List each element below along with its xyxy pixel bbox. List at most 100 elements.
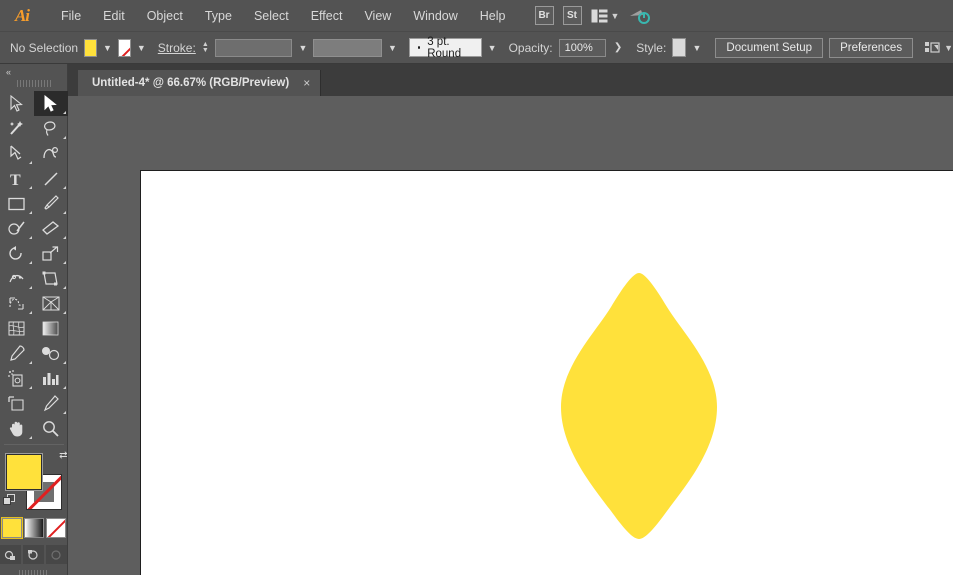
stroke-weight-input[interactable] — [214, 38, 293, 57]
tools-panel: « T ⇄ — [0, 64, 68, 575]
lasso-tool[interactable] — [34, 116, 68, 141]
menu-view[interactable]: View — [353, 3, 402, 29]
rotate-tool[interactable] — [0, 241, 34, 266]
tool-flyout-indicator — [62, 186, 66, 189]
gradient-tool[interactable] — [34, 316, 68, 341]
swap-fill-stroke-icon[interactable]: ⇄ — [59, 450, 67, 461]
fill-swatch-large[interactable] — [4, 453, 43, 491]
stroke-color-swatch[interactable] — [117, 38, 131, 57]
slice-tool[interactable] — [34, 391, 68, 416]
brush-definition-field[interactable]: 3 pt. Round — [408, 36, 482, 60]
tool-flyout-indicator — [28, 311, 32, 314]
column-graph-tool[interactable] — [34, 366, 68, 391]
document-tab-bar: Untitled-4* @ 66.67% (RGB/Preview) × — [0, 64, 953, 96]
tool-flyout-indicator — [62, 211, 66, 214]
type-tool[interactable]: T — [0, 166, 34, 191]
menu-bar: Ai File Edit Object Type Select Effect V… — [0, 0, 953, 32]
drawing-mode-behind[interactable] — [23, 545, 44, 564]
close-icon[interactable]: × — [303, 76, 310, 90]
selection-status: No Selection — [10, 40, 79, 55]
pen-tool[interactable] — [0, 141, 34, 166]
line-segment-tool[interactable] — [34, 166, 68, 191]
app-logo-icon: Ai — [14, 5, 30, 25]
tool-flyout-indicator — [62, 386, 66, 389]
scale-tool[interactable] — [34, 241, 68, 266]
tool-flyout-indicator — [62, 136, 66, 139]
menu-items: File Edit Object Type Select Effect View… — [50, 3, 517, 29]
fill-color-swatch[interactable] — [84, 38, 97, 57]
brush-definition-chevron-down-icon[interactable]: ▼ — [488, 39, 497, 57]
direct-selection-tool[interactable] — [33, 91, 68, 116]
tool-grid: T — [0, 91, 68, 441]
tool-flyout-indicator — [28, 261, 32, 264]
color-mode-button[interactable] — [0, 517, 23, 539]
paintbrush-tool[interactable] — [34, 191, 68, 216]
eyedropper-tool[interactable] — [0, 341, 34, 366]
tool-flyout-indicator — [28, 186, 32, 189]
shape-builder-tool[interactable] — [0, 291, 34, 316]
graphic-style-swatch[interactable] — [672, 38, 687, 57]
menu-select[interactable]: Select — [243, 3, 300, 29]
width-tool[interactable] — [0, 266, 34, 291]
fill-stroke-cluster: ⇄ — [2, 450, 68, 510]
curvature-tool[interactable] — [34, 141, 68, 166]
menu-bar-right: Br St ▼ — [534, 6, 651, 25]
canvas-area[interactable] — [68, 96, 953, 575]
cloud-sync-icon[interactable] — [628, 7, 651, 25]
drawing-mode-inside[interactable] — [46, 545, 67, 564]
style-chevron-down-icon[interactable]: ▼ — [692, 39, 701, 57]
paint-mode-buttons — [0, 517, 66, 539]
style-label: Style: — [636, 40, 667, 55]
shaper-tool[interactable] — [0, 216, 34, 241]
stroke-profile-input[interactable] — [313, 38, 382, 57]
svg-text:T: T — [10, 172, 21, 187]
default-fill-stroke-icon[interactable] — [2, 494, 15, 506]
selection-tool-outline[interactable] — [0, 91, 34, 116]
bridge-icon[interactable]: Br — [534, 6, 554, 25]
fill-dropdown-chevron-down-icon[interactable]: ▼ — [103, 39, 112, 57]
tool-flyout-indicator — [62, 361, 66, 364]
eraser-tool[interactable] — [34, 216, 68, 241]
menu-effect[interactable]: Effect — [300, 3, 354, 29]
lemon-shape[interactable] — [559, 271, 719, 541]
align-options-icon[interactable]: ▼ — [925, 41, 953, 55]
menu-help[interactable]: Help — [469, 3, 517, 29]
gradient-mode-button[interactable] — [23, 518, 44, 538]
collapse-panel-icon[interactable]: « — [0, 64, 67, 79]
document-tab[interactable]: Untitled-4* @ 66.67% (RGB/Preview) × — [78, 70, 322, 96]
tool-flyout-indicator — [62, 311, 66, 314]
drawing-mode-normal[interactable] — [0, 545, 21, 564]
free-transform-tool[interactable] — [34, 266, 68, 291]
stroke-weight-stepper[interactable]: ▲ ▼ — [202, 39, 209, 57]
menu-edit[interactable]: Edit — [92, 3, 136, 29]
blend-tool[interactable] — [34, 341, 68, 366]
menu-type[interactable]: Type — [194, 3, 243, 29]
magic-wand-tool[interactable] — [0, 116, 34, 141]
arrange-documents-icon[interactable]: ▼ — [591, 9, 619, 23]
opacity-input[interactable]: 100% — [558, 38, 606, 57]
panel-footer-grip — [18, 570, 49, 575]
tool-flyout-indicator — [28, 211, 32, 214]
preferences-button[interactable]: Preferences — [829, 37, 914, 58]
stroke-dropdown-chevron-down-icon[interactable]: ▼ — [137, 39, 146, 57]
zoom-tool[interactable] — [34, 416, 68, 441]
artboard[interactable] — [140, 170, 953, 575]
hand-tool[interactable] — [0, 416, 34, 441]
stock-icon[interactable]: St — [562, 6, 582, 25]
mesh-tool[interactable] — [0, 316, 34, 341]
menu-object[interactable]: Object — [136, 3, 194, 29]
symbol-sprayer-tool[interactable] — [0, 366, 34, 391]
opacity-options-arrow-icon[interactable]: ❯ — [612, 42, 624, 53]
stroke-profile-chevron-down-icon[interactable]: ▼ — [388, 39, 397, 57]
artboard-tool[interactable] — [0, 391, 34, 416]
stroke-weight-chevron-down-icon[interactable]: ▼ — [298, 39, 307, 57]
drawing-mode-buttons — [0, 545, 67, 564]
tool-flyout-indicator — [62, 286, 66, 289]
document-setup-button[interactable]: Document Setup — [715, 37, 824, 58]
rectangle-tool[interactable] — [0, 191, 34, 216]
menu-file[interactable]: File — [50, 3, 92, 29]
perspective-grid-tool[interactable] — [34, 291, 68, 316]
none-mode-button[interactable] — [45, 518, 66, 538]
menu-window[interactable]: Window — [402, 3, 468, 29]
panel-drag-handle[interactable] — [16, 80, 51, 87]
